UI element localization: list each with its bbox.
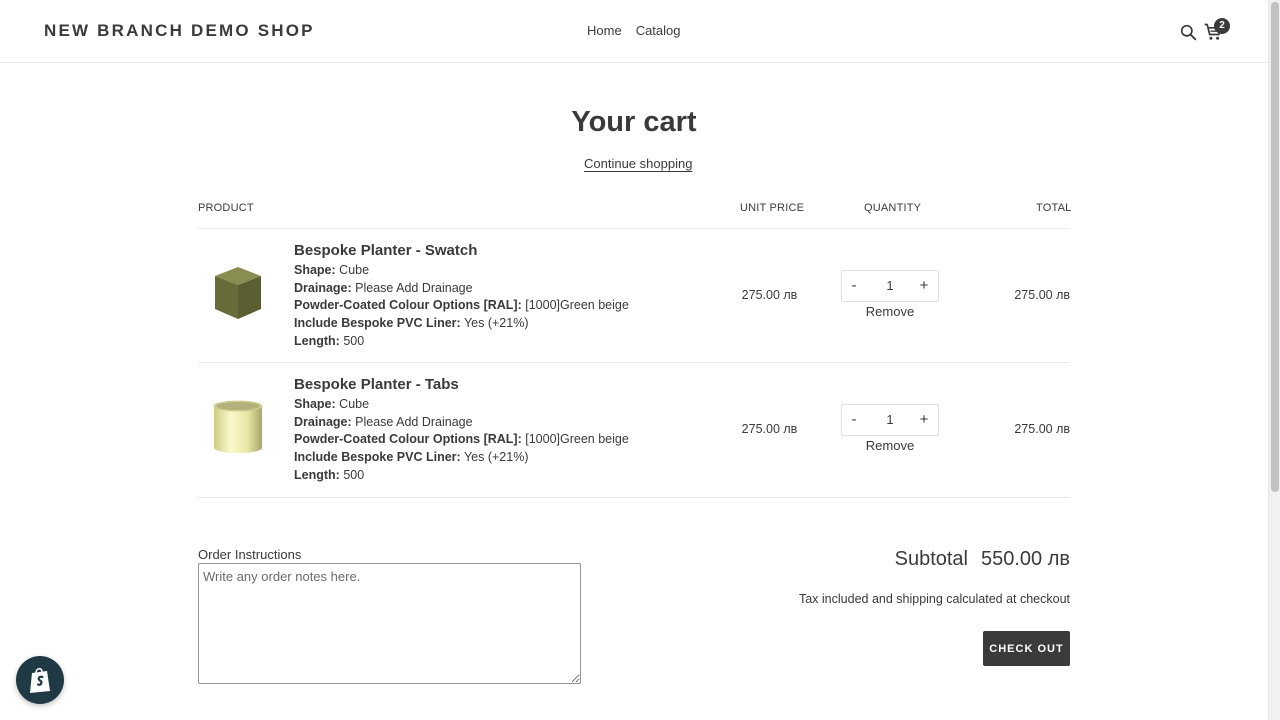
cart-item-row: Bespoke Planter - Tabs Shape: Cube Drain… xyxy=(198,363,1070,497)
shopify-chat-button[interactable] xyxy=(16,656,64,704)
item-prop-shape: Shape: Cube xyxy=(294,397,370,411)
product-image-tabs[interactable] xyxy=(210,397,266,457)
cart-item-row: Bespoke Planter - Swatch Shape: Cube Dra… xyxy=(198,229,1070,363)
item-prop-drainage: Drainage: Please Add Drainage xyxy=(294,280,473,295)
item-prop-colour: Powder-Coated Colour Options [RAL]: [100… xyxy=(294,432,629,447)
item-prop-colour: Powder-Coated Colour Options [RAL]: [100… xyxy=(294,298,629,313)
order-notes-input[interactable] xyxy=(198,563,581,684)
quantity-stepper: - 1 + xyxy=(841,404,939,436)
item-prop-drainage: Drainage: Please Add Drainage xyxy=(294,414,473,429)
column-header-unit-price: UNIT PRICE xyxy=(740,202,805,214)
item-title[interactable]: Bespoke Planter - Swatch xyxy=(294,242,714,259)
item-title[interactable]: Bespoke Planter - Tabs xyxy=(294,376,714,393)
main-nav: Home Catalog xyxy=(587,23,681,38)
quantity-stepper: - 1 + xyxy=(841,270,939,302)
subtotal-label: Subtotal xyxy=(894,548,968,570)
item-prop-liner: Include Bespoke PVC Liner: Yes (+21%) xyxy=(294,450,529,465)
quantity-input[interactable]: 1 xyxy=(866,271,914,301)
page-title: Your cart xyxy=(571,106,697,138)
scrollbar-thumb[interactable] xyxy=(1271,2,1279,492)
cart-count-badge: 2 xyxy=(1214,18,1230,34)
column-header-product: PRODUCT xyxy=(198,202,254,214)
quantity-increase-button[interactable]: + xyxy=(912,271,936,301)
column-header-total: TOTAL xyxy=(1036,202,1072,214)
item-details: Bespoke Planter - Swatch Shape: Cube Dra… xyxy=(294,242,714,351)
site-header: NEW BRANCH DEMO SHOP Home Catalog 2 xyxy=(0,0,1268,63)
item-prop-length: Length: 500 xyxy=(294,467,365,482)
site-logo[interactable]: NEW BRANCH DEMO SHOP xyxy=(44,21,315,41)
remove-item-link[interactable]: Remove xyxy=(841,304,939,319)
checkout-button[interactable]: CHECK OUT xyxy=(983,631,1070,666)
item-prop-shape: Shape: Cube xyxy=(294,263,370,277)
subtotal-value: 550.00 лв xyxy=(980,548,1070,570)
item-prop-liner: Include Bespoke PVC Liner: Yes (+21%) xyxy=(294,316,529,331)
column-header-quantity: QUANTITY xyxy=(864,202,922,214)
shopify-bag-icon xyxy=(30,667,50,693)
order-instructions-label: Order Instructions xyxy=(198,547,302,562)
quantity-decrease-button[interactable]: - xyxy=(842,405,866,435)
item-details: Bespoke Planter - Tabs Shape: Cube Drain… xyxy=(294,376,714,485)
quantity-decrease-button[interactable]: - xyxy=(842,271,866,301)
table-divider xyxy=(198,497,1070,498)
nav-catalog[interactable]: Catalog xyxy=(636,23,681,38)
quantity-input[interactable]: 1 xyxy=(866,405,914,435)
page-scrollbar[interactable] xyxy=(1268,0,1280,720)
product-image-swatch[interactable] xyxy=(210,263,266,323)
item-unit-price: 275.00 лв xyxy=(741,422,798,436)
item-line-total: 275.00 лв xyxy=(1014,288,1070,302)
nav-home[interactable]: Home xyxy=(587,23,622,38)
item-prop-length: Length: 500 xyxy=(294,333,365,348)
item-unit-price: 275.00 лв xyxy=(741,288,798,302)
search-icon[interactable] xyxy=(1180,24,1197,41)
quantity-increase-button[interactable]: + xyxy=(912,405,936,435)
remove-item-link[interactable]: Remove xyxy=(841,438,939,453)
tax-shipping-note: Tax included and shipping calculated at … xyxy=(798,592,1070,606)
continue-shopping-link[interactable]: Continue shopping xyxy=(584,156,692,171)
item-line-total: 275.00 лв xyxy=(1014,422,1070,436)
